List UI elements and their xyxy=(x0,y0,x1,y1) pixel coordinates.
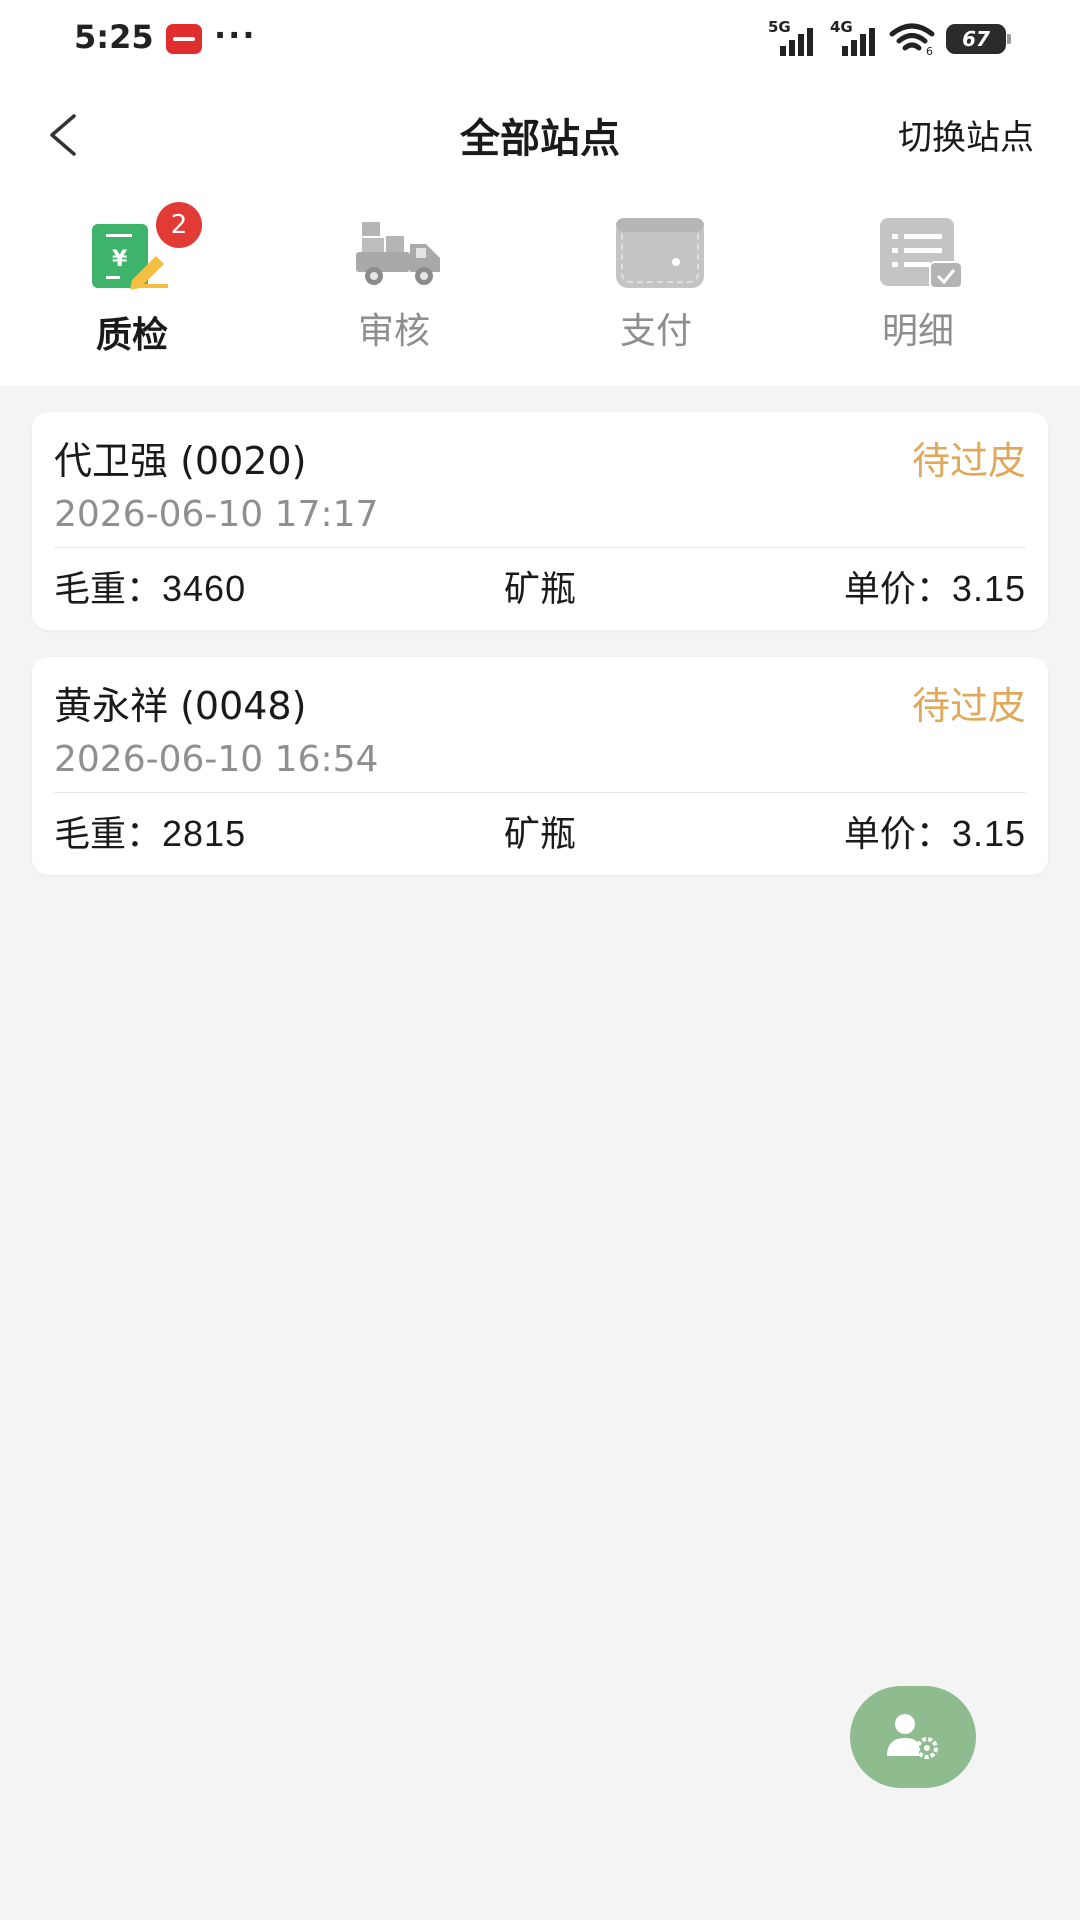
tab-label: 明细 xyxy=(881,311,954,352)
tab-review[interactable]: 审核 xyxy=(314,206,474,356)
network-5g-label: 5G xyxy=(768,18,791,36)
unit-price-value: 3.15 xyxy=(951,568,1026,609)
tab-bar: ¥ 2 质检 审核 支付 明细 xyxy=(0,202,1080,356)
record-card[interactable]: 代卫强 (0020) 待过皮 2026-06-10 17:17 毛重：3460 … xyxy=(32,412,1048,630)
signal-4g-icon: 4G xyxy=(830,18,878,56)
badge-count: 2 xyxy=(156,202,202,248)
unit-price-value: 3.15 xyxy=(951,813,1026,854)
status-time: 5:25 xyxy=(74,18,154,56)
record-status: 待过皮 xyxy=(911,439,1026,483)
tab-detail[interactable]: 明细 xyxy=(838,206,998,356)
record-status: 待过皮 xyxy=(911,684,1026,728)
tab-label: 质检 xyxy=(95,315,168,356)
divider xyxy=(54,547,1026,548)
tab-payment[interactable]: 支付 xyxy=(576,206,736,356)
unit-price: 单价：3.15 xyxy=(844,805,1026,857)
svg-text:6: 6 xyxy=(926,45,933,56)
status-bar: 5:25 ··· 5G 4G 6 67 xyxy=(0,0,1080,80)
truck-icon xyxy=(356,222,440,285)
divider xyxy=(54,792,1026,793)
switch-station-button[interactable]: 切换站点 xyxy=(898,110,1034,159)
network-4g-label: 4G xyxy=(830,18,853,36)
record-time: 2026-06-10 17:17 xyxy=(54,494,379,535)
tab-label: 审核 xyxy=(357,311,430,352)
wallet-icon xyxy=(616,218,704,288)
user-settings-icon xyxy=(887,1714,938,1759)
record-details: 毛重：3460 矿瓶 单价：3.15 xyxy=(54,560,1026,610)
record-time: 2026-06-10 16:54 xyxy=(54,739,379,780)
unit-price: 单价：3.15 xyxy=(844,560,1026,612)
back-button[interactable] xyxy=(38,100,88,170)
user-settings-button[interactable] xyxy=(850,1686,976,1788)
svg-text:¥: ¥ xyxy=(112,247,128,272)
wifi-icon: 6 xyxy=(888,22,936,58)
record-name: 黄永祥 (0048) xyxy=(54,684,307,728)
unit-price-label: 单价： xyxy=(843,814,952,855)
news-app-icon xyxy=(166,24,202,54)
tab-quality-check[interactable]: ¥ 2 质检 xyxy=(52,202,212,356)
record-name: 代卫强 (0020) xyxy=(54,439,307,483)
signal-5g-icon: 5G xyxy=(768,18,816,56)
unit-price-label: 单价： xyxy=(843,569,952,610)
record-card[interactable]: 黄永祥 (0048) 待过皮 2026-06-10 16:54 毛重：2815 … xyxy=(32,657,1048,875)
battery-icon: 67 xyxy=(946,24,1011,54)
more-dots-icon: ··· xyxy=(214,16,257,54)
battery-level: 67 xyxy=(962,27,990,51)
chevron-left-icon xyxy=(50,114,76,156)
detail-list-icon xyxy=(880,218,963,289)
record-details: 毛重：2815 矿瓶 单价：3.15 xyxy=(54,805,1026,855)
tab-label: 支付 xyxy=(619,311,692,352)
